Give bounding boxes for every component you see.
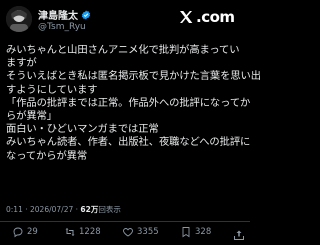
post-text-line: ますが: [6, 57, 37, 70]
post-text-line: なってからが異常: [6, 149, 88, 162]
post-text-line: そういえばとき私は匿名掲示板で見かけた言葉を思い出: [6, 70, 261, 83]
post-text: みいちゃんと山田さんアニメ化で批判が高まってい ますが そういえばとき私は匿名掲…: [6, 44, 261, 163]
avatar-image: [6, 6, 32, 32]
post-text-line: みいちゃんと山田さんアニメ化で批判が高まってい: [6, 44, 240, 56]
author-name-row[interactable]: 津島隆太: [38, 7, 91, 22]
meta-separator: ·: [75, 205, 79, 214]
bookmark-button[interactable]: 328: [180, 226, 211, 238]
post-text-line: らが異常」: [6, 110, 57, 123]
post-meta: 0:11 · 2026/07/27 · 62万回表示: [6, 204, 121, 215]
reply-icon: [13, 227, 23, 238]
reply-count: 29: [27, 227, 38, 237]
view-count-label: 回表示: [98, 205, 121, 214]
post-date[interactable]: 2026/07/27: [30, 205, 73, 214]
x-logo: .com: [178, 8, 235, 26]
repost-button[interactable]: 1228: [64, 226, 101, 238]
x-brand-icon: [180, 11, 193, 23]
heart-icon: [123, 228, 133, 237]
bookmark-count: 328: [195, 227, 212, 237]
view-count: 62万: [80, 205, 99, 214]
post-text-line: 面白い・ひどいマンガまでは正常: [6, 123, 159, 136]
verified-badge-icon: [81, 9, 91, 20]
author-display-name[interactable]: 津島隆太: [38, 7, 78, 22]
post-text-line: 「作品の批評までは正常。作品外への批評になってか: [6, 96, 251, 109]
meta-separator: ·: [25, 205, 28, 214]
share-icon: [234, 230, 244, 240]
like-button[interactable]: 3355: [122, 226, 159, 238]
action-bar: 29 1228 3355 328: [0, 221, 250, 242]
share-button[interactable]: [233, 226, 245, 245]
repost-icon: [65, 228, 75, 236]
post-time[interactable]: 0:11: [6, 205, 23, 214]
x-logo-text: .com: [196, 8, 235, 26]
repost-count: 1228: [79, 227, 101, 237]
post-text-line: すようにしています: [6, 83, 98, 96]
avatar[interactable]: [6, 6, 32, 32]
bookmark-icon: [182, 227, 190, 238]
like-count: 3355: [137, 227, 159, 237]
author-handle[interactable]: @Tsm_Ryu: [38, 22, 86, 32]
post-header: 津島隆太 @Tsm_Ryu .com: [0, 0, 250, 40]
reply-button[interactable]: 29: [12, 226, 38, 238]
post-text-line: みいちゃん読者、作者、出版社、夜職などへの批評に: [6, 136, 251, 149]
